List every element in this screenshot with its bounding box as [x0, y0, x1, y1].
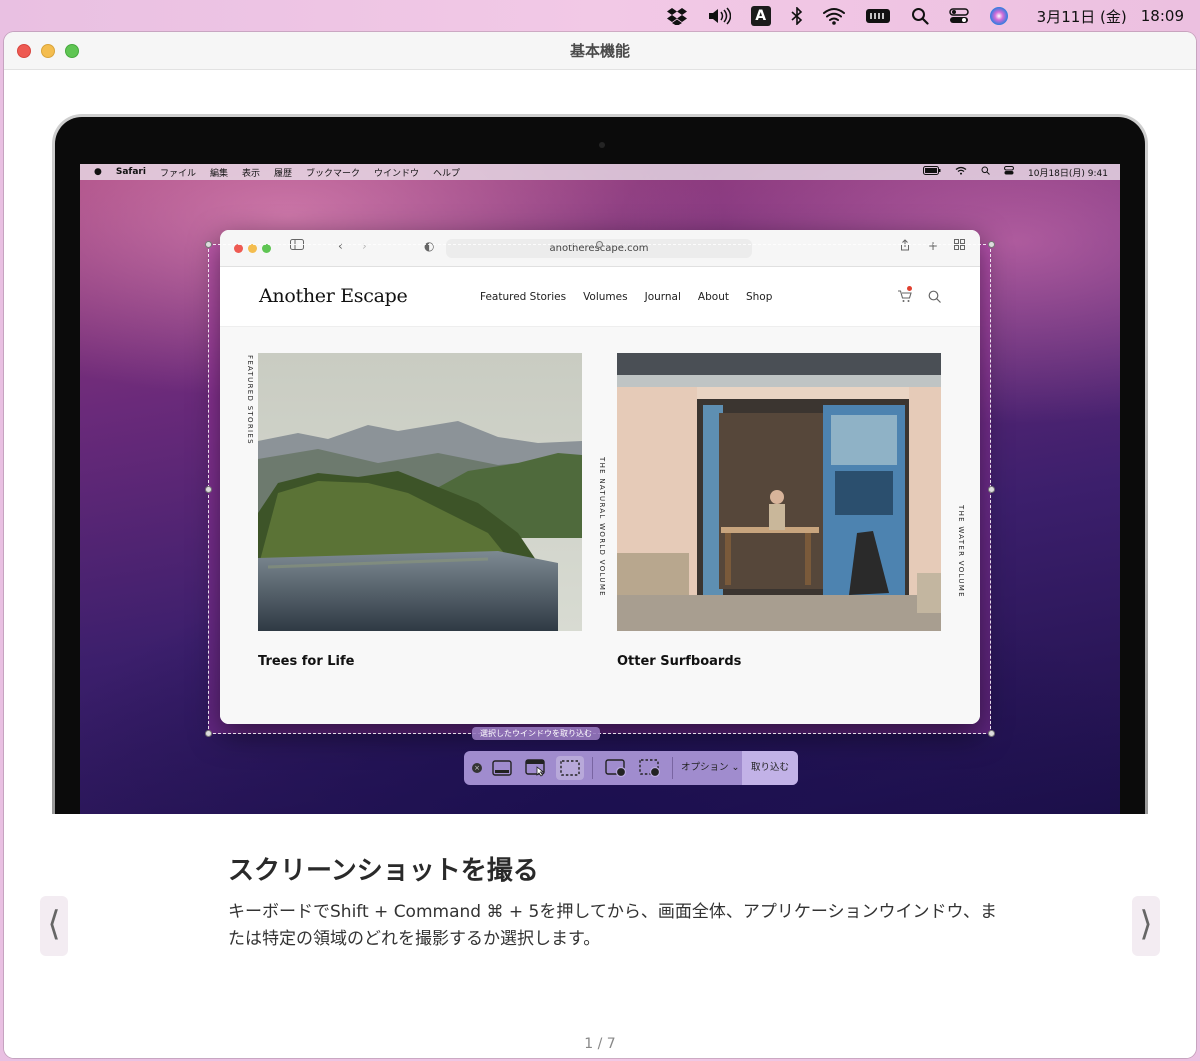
- screen-menu-item: 履歴: [273, 168, 292, 179]
- chevron-down-icon: ⌄: [728, 762, 740, 773]
- menubar-date[interactable]: 3月11日 (金): [1037, 6, 1127, 27]
- capture-selection-icon: [556, 756, 584, 780]
- window-titlebar[interactable]: 基本機能: [4, 32, 1196, 70]
- spotlight-icon[interactable]: [911, 0, 929, 32]
- wifi-icon: [955, 166, 967, 178]
- control-center-icon[interactable]: [948, 0, 969, 32]
- page-indicator: 1 / 7: [584, 1036, 616, 1052]
- close-icon: ×: [472, 763, 482, 773]
- capture-button: 取り込む: [742, 751, 798, 785]
- screen-menu-datetime: 10月18日(月) 9:41: [1028, 168, 1108, 179]
- tip-heading: スクリーンショットを撮る: [228, 856, 539, 886]
- siri-icon[interactable]: [989, 0, 1009, 32]
- input-source-letter: A: [750, 6, 771, 26]
- screen-menu-item: 編集: [209, 168, 228, 179]
- selection-frame: [208, 244, 991, 734]
- next-tip-button[interactable]: ⟩: [1132, 896, 1160, 956]
- capture-entire-screen-icon: [488, 756, 516, 780]
- menubar-time[interactable]: 18:09: [1141, 7, 1184, 25]
- options-label: オプション: [681, 762, 729, 773]
- capture-window-icon: [522, 756, 550, 780]
- search-icon: [981, 166, 990, 178]
- system-menu-bar: A 3月11日 (金) 18:09: [0, 0, 1200, 32]
- laptop-screen: ● Safari ファイル 編集 表示 履歴 ブックマーク ウインドウ ヘルプ: [80, 164, 1120, 814]
- selection-handle: [596, 241, 603, 248]
- window-content: ● Safari ファイル 編集 表示 履歴 ブックマーク ウインドウ ヘルプ: [4, 70, 1196, 1058]
- selection-handle: [205, 241, 212, 248]
- battery-icon: [923, 166, 941, 178]
- dropbox-icon[interactable]: [666, 0, 687, 32]
- macbook-illustration: ● Safari ファイル 編集 表示 履歴 ブックマーク ウインドウ ヘルプ: [52, 114, 1148, 814]
- screen-menu-item: ヘルプ: [433, 168, 461, 179]
- screen-menu-status: 10月18日(月) 9:41: [909, 166, 1108, 179]
- capture-hint: 選択したウインドウを取り込む: [472, 727, 600, 740]
- laptop-bezel: ● Safari ファイル 編集 表示 履歴 ブックマーク ウインドウ ヘルプ: [55, 117, 1145, 814]
- camera-dot: [599, 142, 605, 148]
- toolbar-divider: [592, 757, 593, 779]
- wifi-icon[interactable]: [822, 0, 845, 32]
- screen-menu-item: ファイル: [159, 168, 196, 179]
- selection-handle: [988, 241, 995, 248]
- screen-menu-item: ウインドウ: [374, 168, 420, 179]
- tip-text: スクリーンショットを撮る キーボードでShift + Command ⌘ + 5…: [228, 850, 1008, 953]
- previous-tip-button[interactable]: ⟨: [40, 896, 68, 956]
- tip-description: キーボードでShift + Command ⌘ + 5を押してから、画面全体、ア…: [228, 902, 997, 949]
- keyboard-icon[interactable]: [865, 0, 891, 32]
- record-screen-icon: [602, 756, 630, 780]
- bluetooth-icon[interactable]: [791, 0, 803, 32]
- selection-handle: [205, 730, 212, 737]
- selection-handle: [988, 730, 995, 737]
- screenshot-toolbar: × オプション ⌄ 取り込む: [464, 751, 798, 785]
- selection-handle: [205, 486, 212, 493]
- screen-menu-item: ブックマーク: [306, 168, 361, 179]
- tips-window: 基本機能 ● Safari ファイル 編集 表示 履歴 ブックマーク ウインドウ…: [4, 32, 1196, 1058]
- window-title: 基本機能: [569, 42, 630, 60]
- screen-menu-item: 表示: [241, 168, 260, 179]
- record-selection-icon: [636, 756, 664, 780]
- input-source-icon[interactable]: A: [750, 0, 771, 32]
- screen-menu-bar: ● Safari ファイル 編集 表示 履歴 ブックマーク ウインドウ ヘルプ: [80, 164, 1120, 180]
- control-center-icon: [1004, 166, 1014, 178]
- selection-handle: [988, 486, 995, 493]
- toolbar-divider: [672, 757, 673, 779]
- apple-icon: ●: [94, 167, 102, 177]
- screen-menu-app: Safari: [115, 167, 146, 177]
- options-menu: オプション ⌄: [681, 751, 740, 785]
- volume-icon[interactable]: [707, 0, 731, 32]
